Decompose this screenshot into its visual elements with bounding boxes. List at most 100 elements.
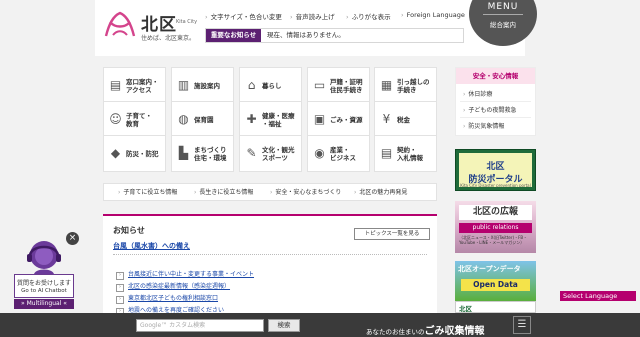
chatbot-multilingual-button[interactable]: » Multilingual « [14,299,74,309]
banner-pr-sub: public relations [459,223,532,233]
tile-nursery[interactable]: ◍ 保育園 [171,101,234,138]
tile-moving[interactable]: ▦ 引っ越しの 手続き [374,67,437,104]
tile-label: 戸籍・証明 住民手続き [330,77,363,94]
tax-icon: ¥ [382,112,391,126]
tile-garbage-resources[interactable]: ▣ ごみ・資源 [307,101,370,138]
util-foreign-language-link[interactable]: Foreign Language [401,11,465,19]
util-read-aloud-link[interactable]: 音声読み上げ [290,11,335,21]
quick-link-longevity[interactable]: 長生きに役立ち情報 [194,184,253,201]
banner-open-data-line2: Open Data [461,279,530,291]
tile-tax[interactable]: ¥ 税金 [374,101,437,138]
tile-label: 暮らし [262,81,282,90]
hamburger-menu-icon[interactable]: ☰ [513,316,531,334]
nursery-icon: ◍ [178,112,189,126]
safety-info-title: 安全・安心情報 [456,68,535,84]
chatbot-avatar-icon [27,241,61,274]
important-notice-text: 現在、情報はありません。 [267,31,345,39]
tile-label: 産業・ ビジネス [330,145,356,162]
news-headline-link[interactable]: 台風（風水害）への備え [113,241,190,251]
building-icon: ▤ [109,78,122,92]
bottom-bar: Google™ カスタム検索 検索 あなたのお住まいのごみ収集情報 ☰ [0,313,640,337]
tile-town-housing[interactable]: ▙ まちづくり 住宅・環境 [171,135,234,172]
news-item-link[interactable]: 台風接近に伴い中止・変更する事業・イベント [116,269,254,280]
sidebar-item-holiday-clinic[interactable]: 休日診療 [463,89,492,98]
menu-divider [483,14,523,15]
child-icon: ☺ [109,112,122,126]
banner-public-relations[interactable]: 北区の広報 public relations （北区ニュース・X(旧Twitte… [455,201,536,253]
garbage-info-prefix: あなたのお住まいの [366,328,425,336]
tile-label: ごみ・資源 [330,115,363,124]
tile-contract-bidding[interactable]: ▤ 契約・ 入札情報 [374,135,437,172]
menu-subtitle: 総合案内 [490,21,516,29]
banner-disaster-portal-inner: 北区 防災ポータル Kita City Disaster prevention … [459,153,532,188]
quick-link-safety[interactable]: 安全・安心なまちづくり [270,184,341,201]
banner-kita[interactable]: 北区 [455,301,536,313]
tile-label: 契約・ 入札情報 [397,145,423,162]
document-icon: ▭ [313,78,326,92]
contract-icon: ▤ [380,146,393,160]
search-button[interactable]: 検索 [268,319,300,332]
tile-label: まちづくり 住宅・環境 [194,145,227,162]
sidebar-divider [460,117,531,118]
tile-window-access[interactable]: ▤ 窓口案内・ アクセス [103,67,166,104]
news-title: お知らせ [113,226,145,235]
banner-disaster-portal[interactable]: 北区 防災ポータル Kita City Disaster prevention … [455,149,536,191]
townbuilding-icon: ▙ [178,146,189,160]
tile-health-welfare[interactable]: ✚ 健康・医療 ・福祉 [239,101,302,138]
util-text-size-link[interactable]: 文字サイズ・色合い変更 [205,11,282,21]
moving-box-icon: ▦ [380,78,393,92]
tile-living[interactable]: ⌂ 暮らし [239,67,302,104]
banner-disaster-sub: Kita City Disaster prevention portal [460,183,531,188]
search-input[interactable]: Google™ カスタム検索 [136,319,264,332]
quick-links-bar: 子育てに役立ち情報 長生きに役立ち情報 安全・安心なまちづくり 北区の魅力再発見 [103,183,437,201]
chatbot-line1: 質問をお受けします [16,280,71,287]
menu-title: MENU [487,2,519,12]
util-furigana-link[interactable]: ふりがな表示 [346,11,391,21]
tile-label: 保育園 [194,115,214,124]
logo-tagline: 住めば、北区東京。 [141,35,196,42]
news-item-link[interactable]: 北区の感染症最新情報（感染症週報） [116,281,230,292]
banner-pr-title: 北区の広報 [459,205,532,220]
important-notice-label: 重要なお知らせ [206,29,261,42]
tile-label: 健康・医療 ・福祉 [262,111,295,128]
news-divider [113,254,427,255]
news-item-link[interactable]: 東京都北区子どもの権利相談窓口 [116,293,218,304]
site-logo[interactable]: 北区 Kita City 住めば、北区東京。 [103,8,198,48]
banner-disaster-line1: 北区 [486,162,505,172]
sidebar-divider [460,101,531,102]
tile-facilities[interactable]: ▥ 施設案内 [171,67,234,104]
trash-icon: ▣ [313,112,326,126]
banner-open-data[interactable]: 北区オープンデータ Open Data [455,261,536,301]
tile-disaster-crime-prevention[interactable]: ◆ 防災・防犯 [103,135,166,172]
industry-icon: ◉ [314,146,325,160]
banner-pr-note: （北区ニュース・X(旧Twitter)・FB・YouTube・LINE・メールマ… [459,235,528,245]
quick-link-childcare[interactable]: 子育てに役立ち情報 [118,184,177,201]
tile-label: 施設案内 [194,81,220,90]
select-language-button[interactable]: Select Language [560,291,636,301]
ai-chatbot-widget[interactable]: × 質問をお受けします Go to AI Chatbot » Multiling… [14,232,84,310]
tile-label: 文化・観光 スポーツ [262,145,295,162]
tile-childcare-education[interactable]: ☺ 子育て・ 教育 [103,101,166,138]
news-section: お知らせ トピックス一覧を見る 台風（風水害）への備え 台風接近に伴い中止・変更… [103,214,437,314]
topics-list-button[interactable]: トピックス一覧を見る [354,228,430,240]
garbage-info-link[interactable]: あなたのお住まいのごみ収集情報 [366,319,485,337]
safety-info-panel: 安全・安心情報 休日診療 子どもの夜間救急 防災気象情報 [455,67,536,136]
important-notice-bar: 重要なお知らせ 現在、情報はありません。 [205,28,464,43]
chatbot-close-icon[interactable]: × [66,232,79,245]
quick-link-attractions[interactable]: 北区の魅力再発見 [354,184,407,201]
banner-kita-title: 北区 [459,305,472,313]
sidebar-item-child-emergency[interactable]: 子どもの夜間救急 [463,105,516,114]
tile-label: 引っ越しの 手続き [397,77,430,94]
tile-culture-sports[interactable]: ✎ 文化・観光 スポーツ [239,135,302,172]
sidebar-item-weather-info[interactable]: 防災気象情報 [463,121,504,130]
logo-subtitle: Kita City [176,19,198,25]
tile-industry-business[interactable]: ◉ 産業・ ビジネス [307,135,370,172]
logo-name: 北区 [141,15,177,35]
chatbot-card[interactable]: 質問をお受けします Go to AI Chatbot [14,274,74,298]
culture-icon: ✎ [246,146,257,160]
facility-icon: ▥ [177,78,190,92]
cherry-blossom-logo-icon [104,11,136,37]
tile-label: 窓口案内・ アクセス [126,77,159,94]
tile-family-register[interactable]: ▭ 戸籍・証明 住民手続き [307,67,370,104]
tile-label: 税金 [397,115,410,124]
